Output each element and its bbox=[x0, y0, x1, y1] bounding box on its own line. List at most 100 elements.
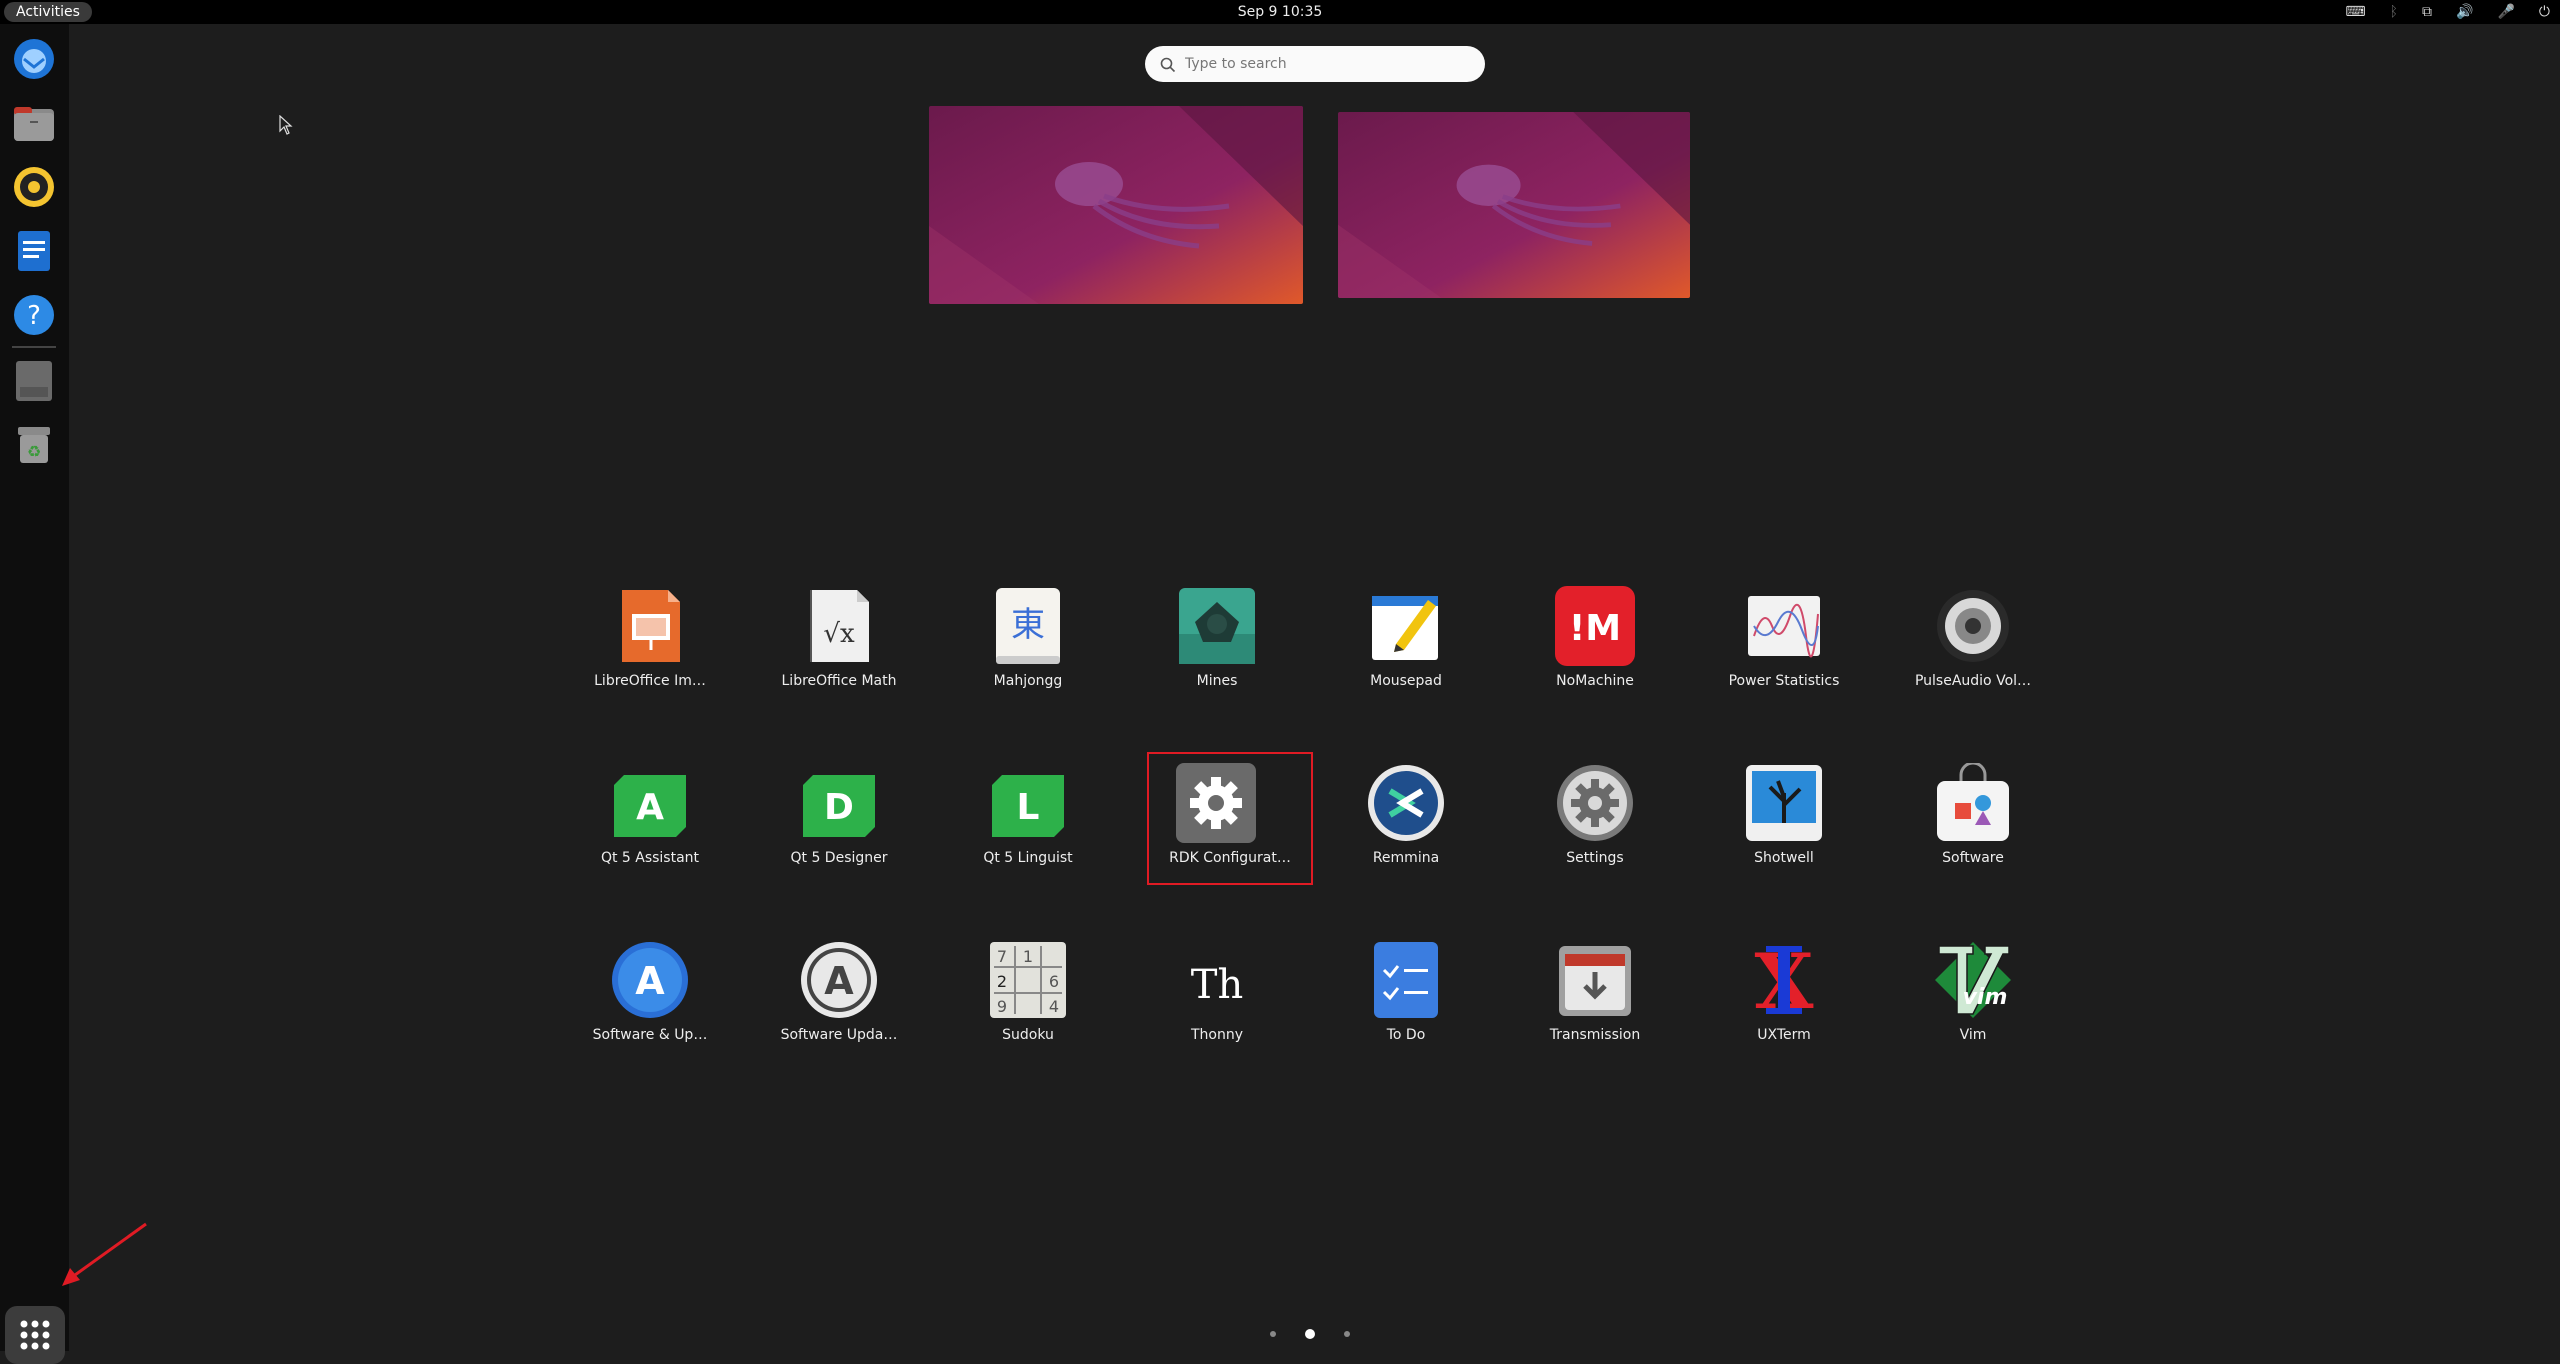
power-statistics-icon bbox=[1748, 596, 1820, 658]
disk-icon[interactable] bbox=[11, 358, 57, 404]
qt-assistant-icon: A bbox=[614, 775, 686, 837]
app-label: LibreOffice Math bbox=[781, 673, 897, 689]
app-label: Sudoku bbox=[1002, 1027, 1054, 1043]
app-rdk-configuration[interactable]: RDK Configurat… bbox=[1147, 752, 1313, 885]
app-remmina[interactable]: Remmina bbox=[1316, 733, 1496, 883]
svg-text:1: 1 bbox=[1023, 947, 1033, 966]
writer-icon[interactable] bbox=[11, 228, 57, 274]
network-icon[interactable]: ⧉ bbox=[2422, 0, 2432, 24]
mouse-cursor-icon bbox=[279, 115, 293, 135]
svg-text:4: 4 bbox=[1049, 997, 1059, 1016]
math-icon: √x bbox=[810, 590, 869, 662]
app-nomachine[interactable]: !M NoMachine bbox=[1505, 556, 1685, 706]
dock: ? ♻ bbox=[0, 24, 69, 1364]
workspace-thumbnail-2[interactable] bbox=[1338, 112, 1690, 298]
rhythmbox-icon[interactable] bbox=[11, 164, 57, 210]
show-apps-icon bbox=[20, 1320, 50, 1350]
app-sudoku[interactable]: 7 1 2 6 9 4 Sudoku bbox=[938, 910, 1118, 1060]
app-label: Remmina bbox=[1372, 850, 1440, 866]
app-qt-designer[interactable]: D Qt 5 Designer bbox=[749, 733, 929, 883]
show-apps-button[interactable] bbox=[5, 1306, 65, 1364]
page-dot[interactable] bbox=[1270, 1331, 1276, 1337]
app-label: Vim bbox=[1959, 1027, 1987, 1043]
search-input[interactable] bbox=[1145, 46, 1485, 82]
app-power-statistics[interactable]: Power Statistics bbox=[1694, 556, 1874, 706]
app-label: Software Upda… bbox=[780, 1027, 898, 1043]
app-vim[interactable]: vim Vim bbox=[1883, 910, 2063, 1060]
app-label: Thonny bbox=[1190, 1027, 1244, 1043]
app-mines[interactable]: Mines bbox=[1127, 556, 1307, 706]
vim-icon: vim bbox=[1935, 942, 2011, 1018]
app-libreoffice-impress[interactable]: LibreOffice Im… bbox=[560, 556, 740, 706]
svg-text:vim: vim bbox=[1963, 985, 2008, 1010]
app-label: Mahjongg bbox=[993, 673, 1063, 689]
shotwell-icon bbox=[1746, 765, 1822, 841]
app-mahjongg[interactable]: 東 Mahjongg bbox=[938, 556, 1118, 706]
app-label: Mousepad bbox=[1370, 673, 1442, 689]
svg-text:√x: √x bbox=[823, 619, 855, 649]
svg-text:9: 9 bbox=[997, 997, 1007, 1016]
software-updates-icon: A bbox=[612, 942, 688, 1018]
microphone-icon[interactable]: 🎤 bbox=[2497, 0, 2514, 24]
app-transmission[interactable]: Transmission bbox=[1505, 910, 1685, 1060]
app-label: Qt 5 Assistant bbox=[600, 850, 700, 866]
qt-linguist-icon: L bbox=[992, 775, 1064, 837]
app-thonny[interactable]: Th Thonny bbox=[1127, 910, 1307, 1060]
page-dot-active[interactable] bbox=[1305, 1329, 1315, 1339]
files-icon[interactable] bbox=[11, 100, 57, 146]
app-label: Software bbox=[1942, 850, 2004, 866]
search-icon bbox=[1160, 57, 1176, 73]
svg-text:東: 東 bbox=[1011, 605, 1045, 645]
app-shotwell[interactable]: Shotwell bbox=[1694, 733, 1874, 883]
app-label: To Do bbox=[1386, 1027, 1426, 1043]
app-libreoffice-math[interactable]: √x LibreOffice Math bbox=[749, 556, 929, 706]
svg-text:7: 7 bbox=[997, 947, 1007, 966]
gear-icon bbox=[1176, 763, 1256, 843]
app-qt-linguist[interactable]: L Qt 5 Linguist bbox=[938, 733, 1118, 883]
help-icon[interactable]: ? bbox=[11, 292, 57, 338]
app-label: RDK Configurat… bbox=[1169, 850, 1291, 866]
svg-text:A: A bbox=[635, 959, 665, 1003]
app-todo[interactable]: To Do bbox=[1316, 910, 1496, 1060]
app-software-updater[interactable]: A Software Upda… bbox=[749, 910, 929, 1060]
workspace-thumbnail-1[interactable] bbox=[929, 106, 1303, 304]
mousepad-icon bbox=[1372, 596, 1438, 660]
app-label: Transmission bbox=[1549, 1027, 1641, 1043]
app-pulseaudio[interactable]: PulseAudio Vol… bbox=[1883, 556, 2063, 706]
dock-separator bbox=[12, 346, 56, 348]
app-settings[interactable]: Settings bbox=[1505, 733, 1685, 883]
svg-text:?: ? bbox=[27, 301, 41, 331]
sudoku-icon: 7 1 2 6 9 4 bbox=[990, 942, 1066, 1018]
software-updater-icon: A bbox=[801, 942, 877, 1018]
system-tray[interactable]: ⌨ ᛒ ⧉ 🔊 🎤 ⏻ bbox=[2345, 0, 2550, 24]
app-software-updates[interactable]: A Software & Up… bbox=[560, 910, 740, 1060]
app-mousepad[interactable]: Mousepad bbox=[1316, 556, 1496, 706]
app-label: Power Statistics bbox=[1728, 673, 1840, 689]
page-dot[interactable] bbox=[1344, 1331, 1350, 1337]
clock[interactable]: Sep 9 10:35 bbox=[0, 0, 2560, 24]
page-indicator bbox=[1270, 1328, 1350, 1340]
transmission-icon bbox=[1559, 946, 1631, 1016]
bluetooth-icon[interactable]: ᛒ bbox=[2390, 0, 2398, 24]
svg-text:D: D bbox=[824, 787, 854, 828]
pulseaudio-icon bbox=[1937, 590, 2009, 662]
app-label: Qt 5 Designer bbox=[790, 850, 888, 866]
mahjongg-icon: 東 bbox=[996, 588, 1060, 664]
power-icon[interactable]: ⏻ bbox=[2539, 0, 2550, 24]
app-software[interactable]: Software bbox=[1883, 733, 2063, 883]
app-label: Qt 5 Linguist bbox=[983, 850, 1073, 866]
app-uxterm[interactable]: X UXTerm bbox=[1694, 910, 1874, 1060]
svg-text:A: A bbox=[824, 959, 854, 1003]
annotation-arrow-icon bbox=[62, 1222, 147, 1286]
settings-icon bbox=[1557, 765, 1633, 841]
thunderbird-icon[interactable] bbox=[11, 36, 57, 82]
volume-icon[interactable]: 🔊 bbox=[2456, 0, 2473, 24]
qt-designer-icon: D bbox=[803, 775, 875, 837]
trash-icon[interactable]: ♻ bbox=[11, 422, 57, 468]
svg-text:L: L bbox=[1017, 787, 1040, 828]
keyboard-icon[interactable]: ⌨ bbox=[2345, 0, 2365, 24]
app-label: Shotwell bbox=[1754, 850, 1814, 866]
software-icon bbox=[1937, 763, 2009, 841]
app-qt-assistant[interactable]: A Qt 5 Assistant bbox=[560, 733, 740, 883]
app-label: PulseAudio Vol… bbox=[1914, 673, 2032, 689]
